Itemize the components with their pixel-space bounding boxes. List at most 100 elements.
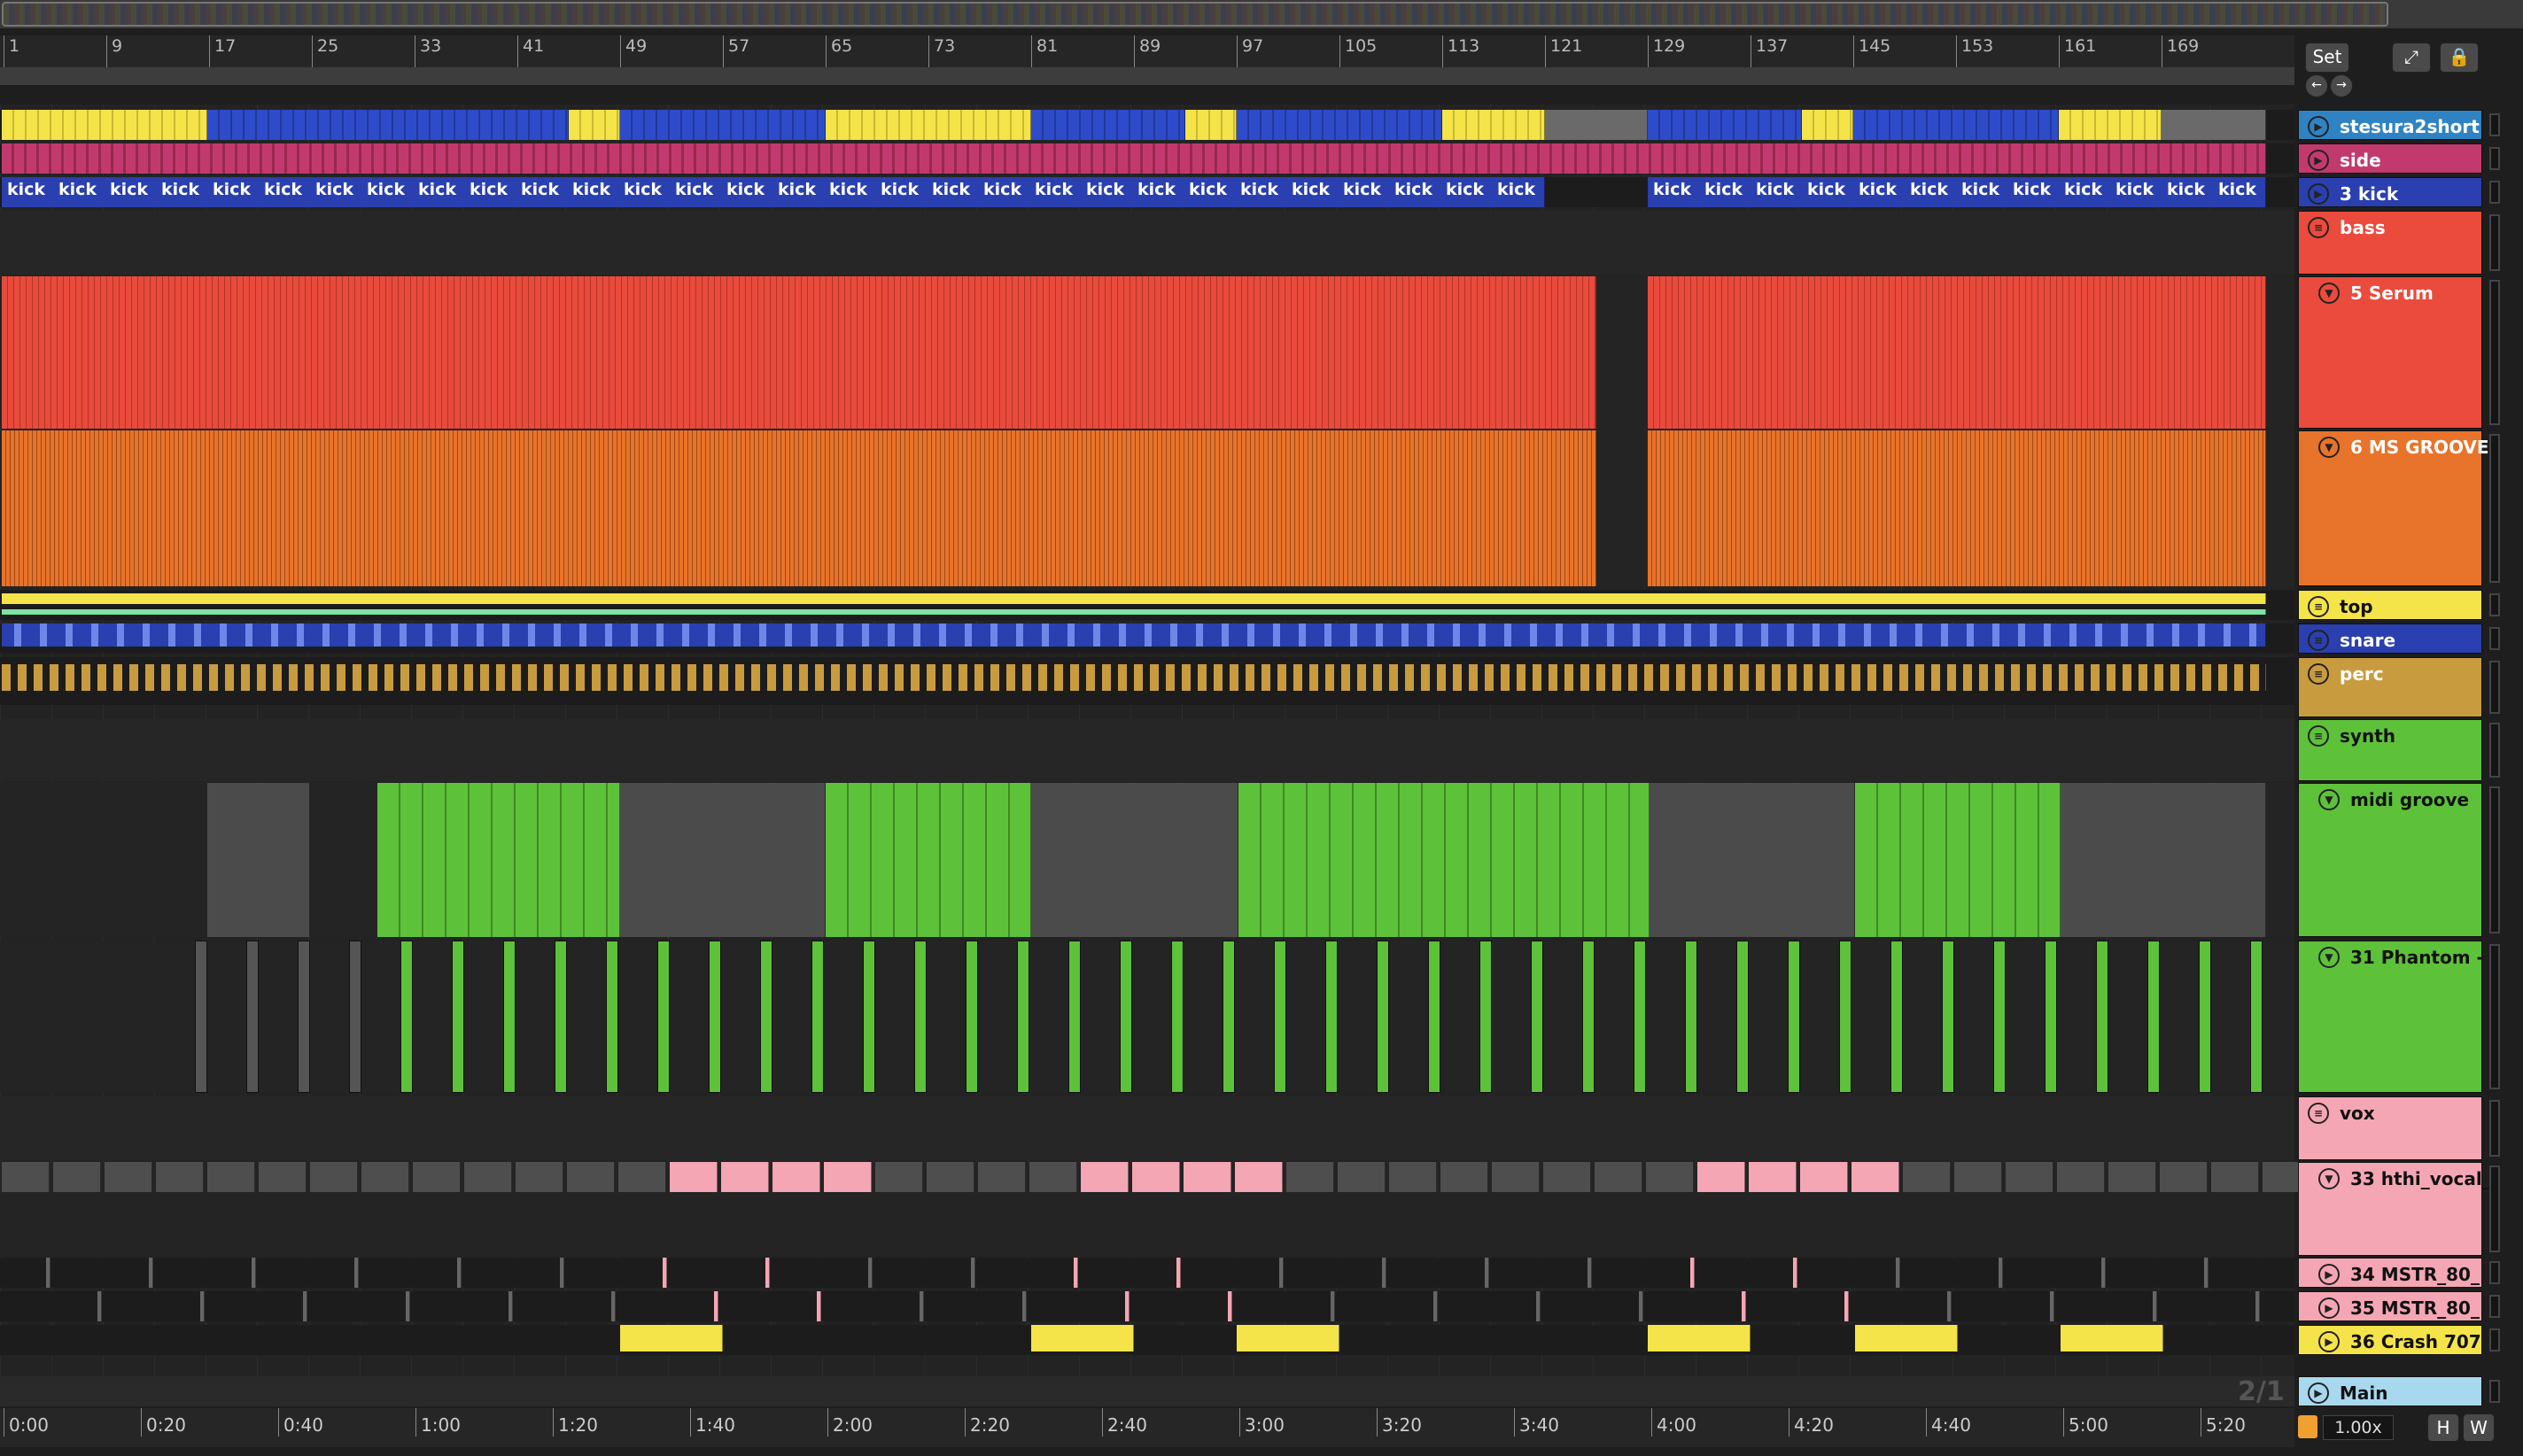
mstr-clip[interactable] [1742, 1291, 1746, 1321]
h-button[interactable]: H [2427, 1413, 2459, 1442]
play-icon[interactable]: ▶ [2318, 1264, 2340, 1285]
arrangement-clip[interactable] [2162, 110, 2266, 140]
kick-clip[interactable]: kick kick kick kick kick kick kick kick kick kick… [2, 177, 1545, 207]
lane-serum[interactable] [0, 276, 2294, 429]
crash-clip[interactable] [1855, 1325, 1958, 1351]
track-header[interactable]: ▶ 36 Crash 707 [2298, 1325, 2482, 1355]
vocal-clip[interactable] [927, 1162, 974, 1192]
group-icon[interactable]: ≡ [2308, 1103, 2329, 1124]
phantom-clip[interactable] [2199, 941, 2211, 1093]
vocal-clip[interactable] [1749, 1162, 1797, 1192]
phantom-clip[interactable] [2045, 941, 2057, 1093]
track-header[interactable]: ▶ side [2298, 143, 2482, 174]
lane-midi-groove[interactable] [0, 783, 2294, 937]
track-header[interactable]: ▶ 35 MSTR_80_ [2298, 1291, 2482, 1321]
crash-clip[interactable] [1648, 1325, 1751, 1351]
mstr-clip[interactable] [1074, 1258, 1078, 1288]
track-header[interactable]: ▼ 5 Serum [2298, 276, 2482, 429]
lane-crash[interactable] [0, 1325, 2294, 1355]
mstr-clip[interactable] [1022, 1291, 1027, 1321]
mstr-clip[interactable] [1485, 1258, 1489, 1288]
group-icon[interactable]: ≡ [2308, 725, 2329, 747]
phantom-clip[interactable] [1377, 941, 1389, 1093]
track-header[interactable]: ▼ 31 Phantom - I [2298, 941, 2496, 1093]
arrow-right-icon[interactable]: → [2330, 74, 2353, 97]
phantom-clip[interactable] [760, 941, 772, 1093]
mstr-clip[interactable] [457, 1258, 462, 1288]
mstr-clip[interactable] [1382, 1258, 1386, 1288]
vocal-clip[interactable] [2160, 1162, 2208, 1192]
arrangement-clip[interactable] [1545, 110, 1648, 140]
fold-icon[interactable]: ▼ [2318, 947, 2340, 968]
phantom-clip[interactable] [1531, 941, 1543, 1093]
vocal-clip[interactable] [824, 1162, 872, 1192]
track-header[interactable]: ▼ 33 hthi_vocal_ [2298, 1162, 2491, 1256]
arrangement-clip[interactable] [2059, 110, 2162, 140]
mstr-clip[interactable] [1690, 1258, 1695, 1288]
midi-clip[interactable] [1238, 783, 1650, 937]
mstr-clip[interactable] [1331, 1291, 1335, 1321]
mstr-clip[interactable] [2204, 1258, 2209, 1288]
phantom-clip[interactable] [863, 941, 875, 1093]
arrangement-clip[interactable] [1237, 110, 1442, 140]
mstr-clip[interactable] [200, 1291, 205, 1321]
vocal-clip[interactable] [2057, 1162, 2105, 1192]
arrangement-clip[interactable] [620, 110, 826, 140]
phantom-clip[interactable] [400, 941, 413, 1093]
phantom-clip[interactable] [1428, 941, 1440, 1093]
phantom-clip[interactable] [1788, 941, 1800, 1093]
vocal-clip[interactable] [1697, 1162, 1745, 1192]
vocal-clip[interactable] [1800, 1162, 1848, 1192]
mstr-clip[interactable] [97, 1291, 102, 1321]
phantom-clip[interactable] [1634, 941, 1646, 1093]
mstr-clip[interactable] [508, 1291, 513, 1321]
play-icon[interactable]: ▶ [2308, 150, 2329, 171]
phantom-clip[interactable] [1890, 941, 1903, 1093]
midi-clip[interactable] [826, 783, 1031, 937]
mstr-clip[interactable] [1844, 1291, 1849, 1321]
mstr-clip[interactable] [1639, 1291, 1643, 1321]
vocal-clip[interactable] [567, 1162, 615, 1192]
phantom-clip[interactable] [1171, 941, 1184, 1093]
midi-clip[interactable] [377, 783, 620, 937]
lock-icon[interactable]: 🔒 [2440, 43, 2479, 73]
lane-vox[interactable] [0, 1096, 2294, 1160]
mstr-clip[interactable] [663, 1258, 667, 1288]
lane-hthi-vocal[interactable] [0, 1162, 2310, 1256]
vocal-clip[interactable] [1903, 1162, 1951, 1192]
vocal-clip[interactable] [1851, 1162, 1899, 1192]
midi-clip[interactable] [1855, 783, 2061, 937]
crash-clip[interactable] [620, 1325, 723, 1351]
phantom-clip[interactable] [2250, 941, 2263, 1093]
vocal-clip[interactable] [670, 1162, 718, 1192]
phantom-clip[interactable] [246, 941, 259, 1093]
kick-clip[interactable]: kick kick kick kick kick kick kick kick kick kick… [1648, 177, 2266, 207]
vocal-clip[interactable] [53, 1162, 101, 1192]
mstr-clip[interactable] [868, 1258, 873, 1288]
mstr-clip[interactable] [303, 1291, 307, 1321]
vocal-clip[interactable] [875, 1162, 923, 1192]
arrangement-overview[interactable] [0, 0, 2523, 28]
lane-side[interactable] [0, 143, 2294, 174]
vocal-clip[interactable] [618, 1162, 666, 1192]
group-icon[interactable]: ≡ [2308, 630, 2329, 651]
mstr-clip[interactable] [1896, 1258, 1900, 1288]
play-icon[interactable]: ▶ [2308, 116, 2329, 137]
track-header[interactable]: ▶ 3 kick [2298, 177, 2482, 207]
vocal-clip[interactable] [1029, 1162, 1077, 1192]
vocal-clip[interactable] [207, 1162, 255, 1192]
track-header[interactable]: ≡ perc [2298, 657, 2482, 717]
arrow-left-icon[interactable]: ← [2305, 74, 2328, 97]
phantom-clip[interactable] [349, 941, 361, 1093]
snare-clip[interactable] [2, 623, 2266, 647]
mstr-clip[interactable] [1536, 1291, 1541, 1321]
arrangement-clip[interactable] [1185, 110, 1237, 140]
top-clip[interactable] [2, 593, 2266, 604]
play-icon[interactable]: ▶ [2308, 1382, 2329, 1404]
vocal-clip[interactable] [1646, 1162, 1694, 1192]
group-icon[interactable]: ≡ [2308, 217, 2329, 238]
play-icon[interactable]: ▶ [2318, 1297, 2340, 1319]
crash-clip[interactable] [1237, 1325, 1339, 1351]
mstr-clip[interactable] [149, 1258, 153, 1288]
phantom-clip[interactable] [298, 941, 310, 1093]
